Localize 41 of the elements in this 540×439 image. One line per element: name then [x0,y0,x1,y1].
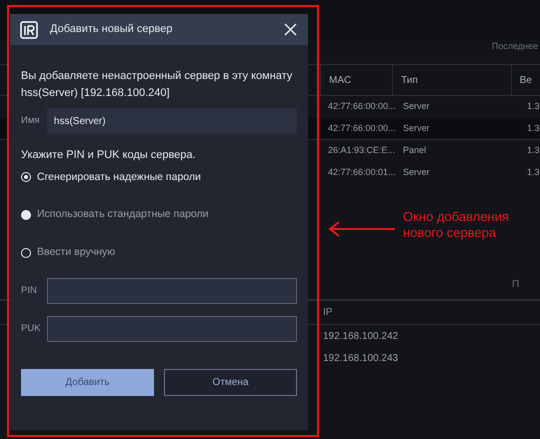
column-label: Последнее [492,40,538,53]
add-button[interactable]: Добавить [21,368,154,396]
table-cell-text: 1.3 [527,100,540,113]
table-cell-text: 42:77:66:00:01... [328,166,396,179]
table-cell-text: Server [403,122,430,135]
annotation-text: Окно добавления нового сервера [403,209,510,241]
table-cell-text: 42:77:66:00:00... [328,122,396,135]
radio-button[interactable] [21,172,31,182]
logo-icon [20,20,38,38]
column-header[interactable]: MAC [320,65,392,95]
table-cell-text: 1.3 [527,122,540,135]
field-label: Имя [21,114,41,128]
table-cell-text: 1.3 [527,144,540,157]
column-header[interactable]: Тип [392,65,511,95]
cancel-button[interactable]: Отмена [164,368,297,396]
radio-option[interactable]: Сгенерировать надежные пароли [21,170,297,186]
table-cell-text: 192.168.100.242 [323,330,398,344]
code-field[interactable] [46,278,297,304]
section-label: П [512,278,520,292]
field-label: PUK [21,322,42,336]
table-cell-text: Panel [403,144,426,157]
column-header[interactable]: Ве [510,65,540,95]
name-field[interactable]: hss(Server) [46,108,297,134]
dialog-title: Добавить новый сервер [50,22,173,38]
close-button[interactable] [282,22,298,38]
table-cell-text: 1.3 [527,166,540,179]
table-cell-text: 42:77:66:00:00... [328,100,396,113]
arrow-icon [328,220,396,238]
radio-option[interactable]: Использовать стандартные пароли [21,207,297,223]
section-heading: Укажите PIN и PUK коды сервера. [21,148,197,163]
table-cell-text: 26:A1:93:CE:E... [328,144,396,157]
radio-option[interactable]: Ввести вручную [21,245,297,261]
table-cell-text: Server [403,100,430,113]
intro-text: Вы добавляете ненастроенный сервер в эту комнату hss(Server) [192.168.100.240] [21,69,294,101]
column-header[interactable]: IP [323,305,332,320]
radio-button[interactable] [21,210,31,220]
table-cell-text: Server [403,166,430,179]
table-cell-text: 192.168.100.243 [323,352,398,366]
radio-button[interactable] [21,248,31,258]
code-field[interactable] [46,316,297,342]
field-label: PIN [21,284,38,298]
